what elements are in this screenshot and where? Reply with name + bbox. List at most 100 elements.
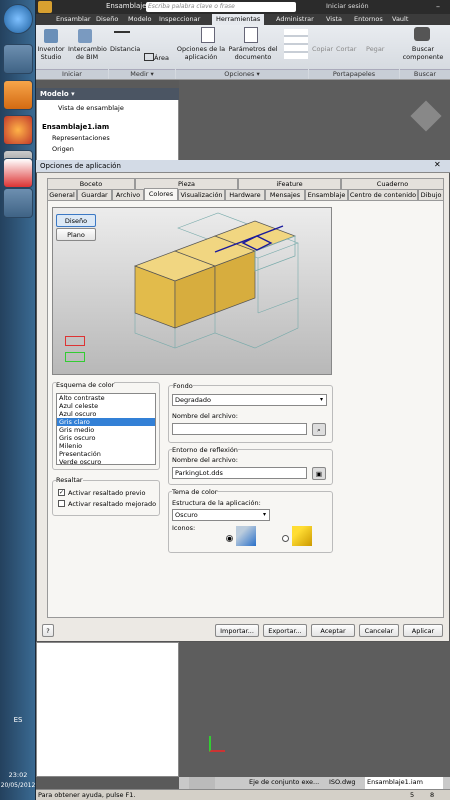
estructura-select[interactable]: Oscuro [172,509,270,521]
tab-boceto[interactable]: Boceto [47,178,135,189]
scheme-item[interactable]: Gris oscuro [59,434,96,442]
help-button[interactable]: ? [42,624,54,637]
scheme-list[interactable]: Alto contraste Azul celeste Azul oscuro … [56,393,156,466]
explorer-taskbar-icon[interactable] [3,44,33,74]
scheme-item[interactable]: Gris medio [59,426,94,434]
tab-ensamblaje[interactable]: Ensamblaje [305,189,348,200]
search-input[interactable]: Escriba palabra clave o frase [146,2,296,12]
media-player-taskbar-icon[interactable] [3,80,33,110]
tab-visualizacion[interactable]: Visualización [178,189,225,200]
scheme-item[interactable]: Azul oscuro [59,410,96,418]
exportar-button[interactable]: Exportar... [263,624,307,637]
aceptar-button[interactable]: Aceptar [311,624,355,637]
esquema-label: Esquema de color [56,381,115,389]
group-buscar: Buscar [400,69,450,79]
group-opciones[interactable]: Opciones ▾ [176,69,308,79]
scheme-item[interactable]: Azul celeste [59,402,98,410]
browse-image-button[interactable]: ▣ [312,467,326,480]
minimize-icon[interactable]: – [436,2,440,11]
3d-viewport[interactable] [179,80,450,166]
network-taskbar-icon[interactable] [3,188,33,218]
acrobat-taskbar-icon[interactable] [3,158,33,188]
chevron-down-icon[interactable]: ▾ [320,396,323,403]
tab-nav-icon[interactable] [189,777,215,789]
doc-tab-ensamblaje[interactable]: Ensamblaje1.iam [365,777,443,789]
fondo-select[interactable]: Degradado [172,394,327,406]
tab-vista[interactable]: Vista [326,15,342,23]
aplicar-button[interactable]: Aplicar [403,624,443,637]
cancelar-button[interactable]: Cancelar [359,624,399,637]
fondo-archivo-input[interactable] [172,423,307,435]
tree-item-root[interactable]: Ensamblaje1.iam [42,123,109,131]
flat-mode-button[interactable]: Plano [56,228,96,241]
fondo-label: Fondo [173,382,193,390]
close-icon[interactable]: ✕ [434,160,441,169]
tab-ensamblar[interactable]: Ensamblar [56,15,91,23]
importar-button[interactable]: Importar... [215,624,259,637]
view-selector[interactable]: Vista de ensamblaje [58,104,124,112]
checkbox-resaltado-mejorado[interactable] [58,500,65,507]
scheme-item[interactable]: Alto contraste [59,394,105,402]
3d-viewport-lower[interactable] [179,642,450,777]
tab-vault[interactable]: Vault [392,15,408,23]
cortar-button[interactable]: Cortar [336,45,356,53]
radio-icons-color[interactable]: ● [226,535,233,542]
pegar-button[interactable]: Pegar [366,45,384,53]
doc-tab-iso[interactable]: ISO.dwg [329,778,356,786]
copiar-button[interactable]: Copiar [312,45,333,53]
viewcube-icon[interactable] [410,100,442,132]
tab-herramientas[interactable]: Herramientas [212,14,265,25]
scheme-item[interactable]: Presentación [59,450,101,458]
tab-cuaderno[interactable]: Cuaderno [341,178,444,189]
resaltar-label: Resaltar [56,476,83,484]
small-tool-icons[interactable] [284,29,308,59]
browse-button[interactable]: ⌕ [312,423,326,436]
tab-inspeccionar[interactable]: Inspeccionar [159,15,200,23]
tab-modelo[interactable]: Modelo [128,15,152,23]
tab-diseno[interactable]: Diseño [96,15,118,23]
group-iniciar: Iniciar [36,69,108,79]
tree-item-representaciones[interactable]: Representaciones [52,134,110,142]
bim-exchange-button[interactable]: Intercambio de BIM [68,45,107,61]
tree-item-origen[interactable]: Origen [52,145,74,153]
design-mode-button[interactable]: Diseño [56,214,96,227]
app-title-bar: Ensamblaje1 Escriba palabra clave o fras… [36,0,450,14]
distancia-button[interactable]: Distancia [110,45,140,53]
area-button[interactable]: Área [154,54,169,62]
status-help-text: Para obtener ayuda, pulse F1. [38,791,136,799]
chevron-down-icon[interactable]: ▾ [263,511,266,518]
start-button[interactable] [3,4,33,34]
tab-centro-contenido[interactable]: Centro de contenido [348,189,418,200]
tab-archivo[interactable]: Archivo [112,189,144,200]
tab-colores[interactable]: Colores [144,188,178,200]
tab-ifeature[interactable]: iFeature [238,178,341,189]
parametros-documento-button[interactable]: Parámetros del documento [228,45,278,61]
scheme-item[interactable]: Milenio [59,442,82,450]
tab-guardar[interactable]: Guardar [77,189,112,200]
tab-general[interactable]: General [47,189,77,200]
browser-title[interactable]: Modelo ▾ [40,90,75,98]
signin-link[interactable]: Iniciar sesión [326,2,369,10]
tab-dibujo[interactable]: Dibujo [418,189,444,200]
entorno-archivo-input[interactable]: ParkingLot.dds [172,467,307,479]
firefox-taskbar-icon[interactable] [3,115,33,145]
radio-icons-classic[interactable] [282,535,289,542]
group-portapapeles: Portapapeles [309,69,399,79]
opciones-aplicacion-button[interactable]: Opciones de la aplicación [176,45,226,61]
group-medir[interactable]: Medir ▾ [109,69,175,79]
scheme-item-selected[interactable]: Gris claro [57,418,155,426]
entorno-archivo-label: Nombre del archivo: [172,456,238,464]
doc-tab-eje[interactable]: Eje de conjunto exe... [249,778,319,786]
scheme-item[interactable]: Verde oscuro [59,458,101,466]
inventor-studio-button[interactable]: Inventor Studio [36,45,66,61]
clock-date: 20/05/2012 [0,782,36,789]
tab-hardware[interactable]: Hardware [225,189,265,200]
checkbox-resaltado-previo[interactable]: ✓ [58,489,65,496]
tab-administrar[interactable]: Administrar [276,15,314,23]
status-bar: Para obtener ayuda, pulse F1. 5 8 [36,789,450,800]
tab-entornos[interactable]: Entornos [354,15,383,23]
inventor-logo-icon[interactable] [38,1,52,13]
language-indicator[interactable]: ES [0,716,36,724]
buscar-componente-button[interactable]: Buscar componente [400,45,446,61]
tab-mensajes[interactable]: Mensajes [265,189,305,200]
